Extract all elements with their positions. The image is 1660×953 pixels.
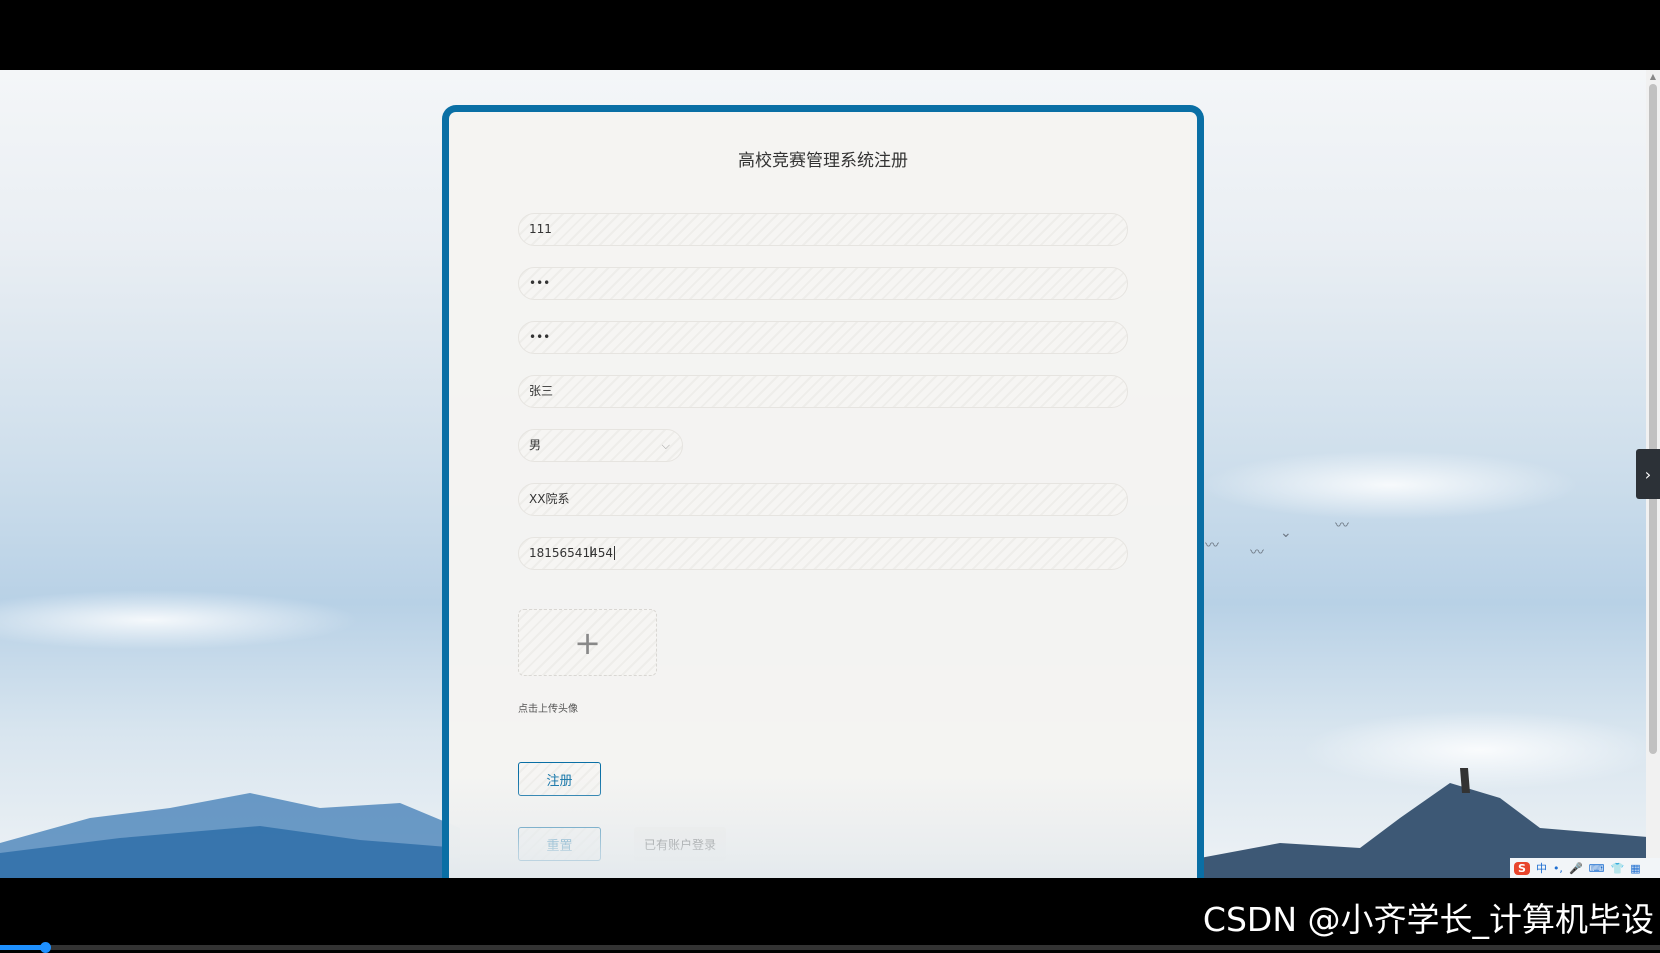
chevron-down-icon: ⌵ [661, 439, 670, 452]
gender-select[interactable]: 男 ⌵ [518, 429, 683, 462]
skin-icon[interactable]: 👕 [1611, 862, 1625, 875]
side-panel-toggle[interactable]: › [1636, 449, 1660, 499]
ime-mode[interactable]: 中 [1536, 860, 1547, 876]
chevron-right-icon: › [1644, 464, 1652, 484]
avatar-upload[interactable]: + [518, 609, 657, 676]
bird-icon: 〰 [1205, 538, 1219, 554]
name-input[interactable]: 张三 [518, 375, 1128, 408]
grid-icon[interactable]: ▦ [1630, 862, 1640, 875]
watermark: CSDN @小齐学长_计算机毕设 [1202, 900, 1654, 939]
punctuation-icon[interactable]: •, [1553, 862, 1563, 875]
ime-toolbar[interactable]: S 中 •, 🎤 ⌨ 👕 ▦ [1510, 858, 1660, 878]
page-title: 高校竞赛管理系统注册 [738, 151, 908, 171]
account-input[interactable]: 111 [518, 213, 1128, 246]
gender-selected-value: 男 [529, 438, 542, 452]
login-link[interactable]: 已有账户登录 [634, 827, 727, 861]
reset-button[interactable]: 重置 [518, 827, 601, 861]
video-progress-bar[interactable] [0, 942, 1660, 953]
video-progress-handle[interactable] [40, 942, 51, 953]
mouse-ibeam-cursor: I [589, 545, 594, 561]
keyboard-icon[interactable]: ⌨ [1589, 862, 1605, 875]
ime-logo-icon[interactable]: S [1514, 861, 1530, 875]
bird-icon: ⌄ [1280, 525, 1292, 541]
cloud [0, 590, 360, 650]
cloud [1200, 450, 1580, 520]
register-button[interactable]: 注册 [518, 762, 601, 796]
text-cursor [613, 546, 615, 560]
phone-input[interactable]: 18156541454 [518, 537, 1128, 570]
bird-icon: 〰 [1250, 545, 1264, 561]
department-input[interactable]: XX院系 [518, 483, 1128, 516]
upload-hint: 点击上传头像 [518, 704, 578, 715]
scroll-thumb[interactable] [1649, 84, 1657, 754]
top-letterbox [0, 0, 1660, 70]
phone-value: 18156541454 [529, 546, 613, 560]
microphone-icon[interactable]: 🎤 [1569, 862, 1583, 875]
bird-icon: 〰 [1335, 518, 1349, 534]
confirm-password-input[interactable]: ••• [518, 321, 1128, 354]
plus-icon: + [574, 623, 601, 662]
password-input[interactable]: ••• [518, 267, 1128, 300]
register-card: 高校竞赛管理系统注册 111 ••• ••• 张三 男 ⌵ XX院系 18156… [442, 105, 1204, 905]
scroll-up-icon[interactable]: ▲ [1648, 72, 1658, 82]
